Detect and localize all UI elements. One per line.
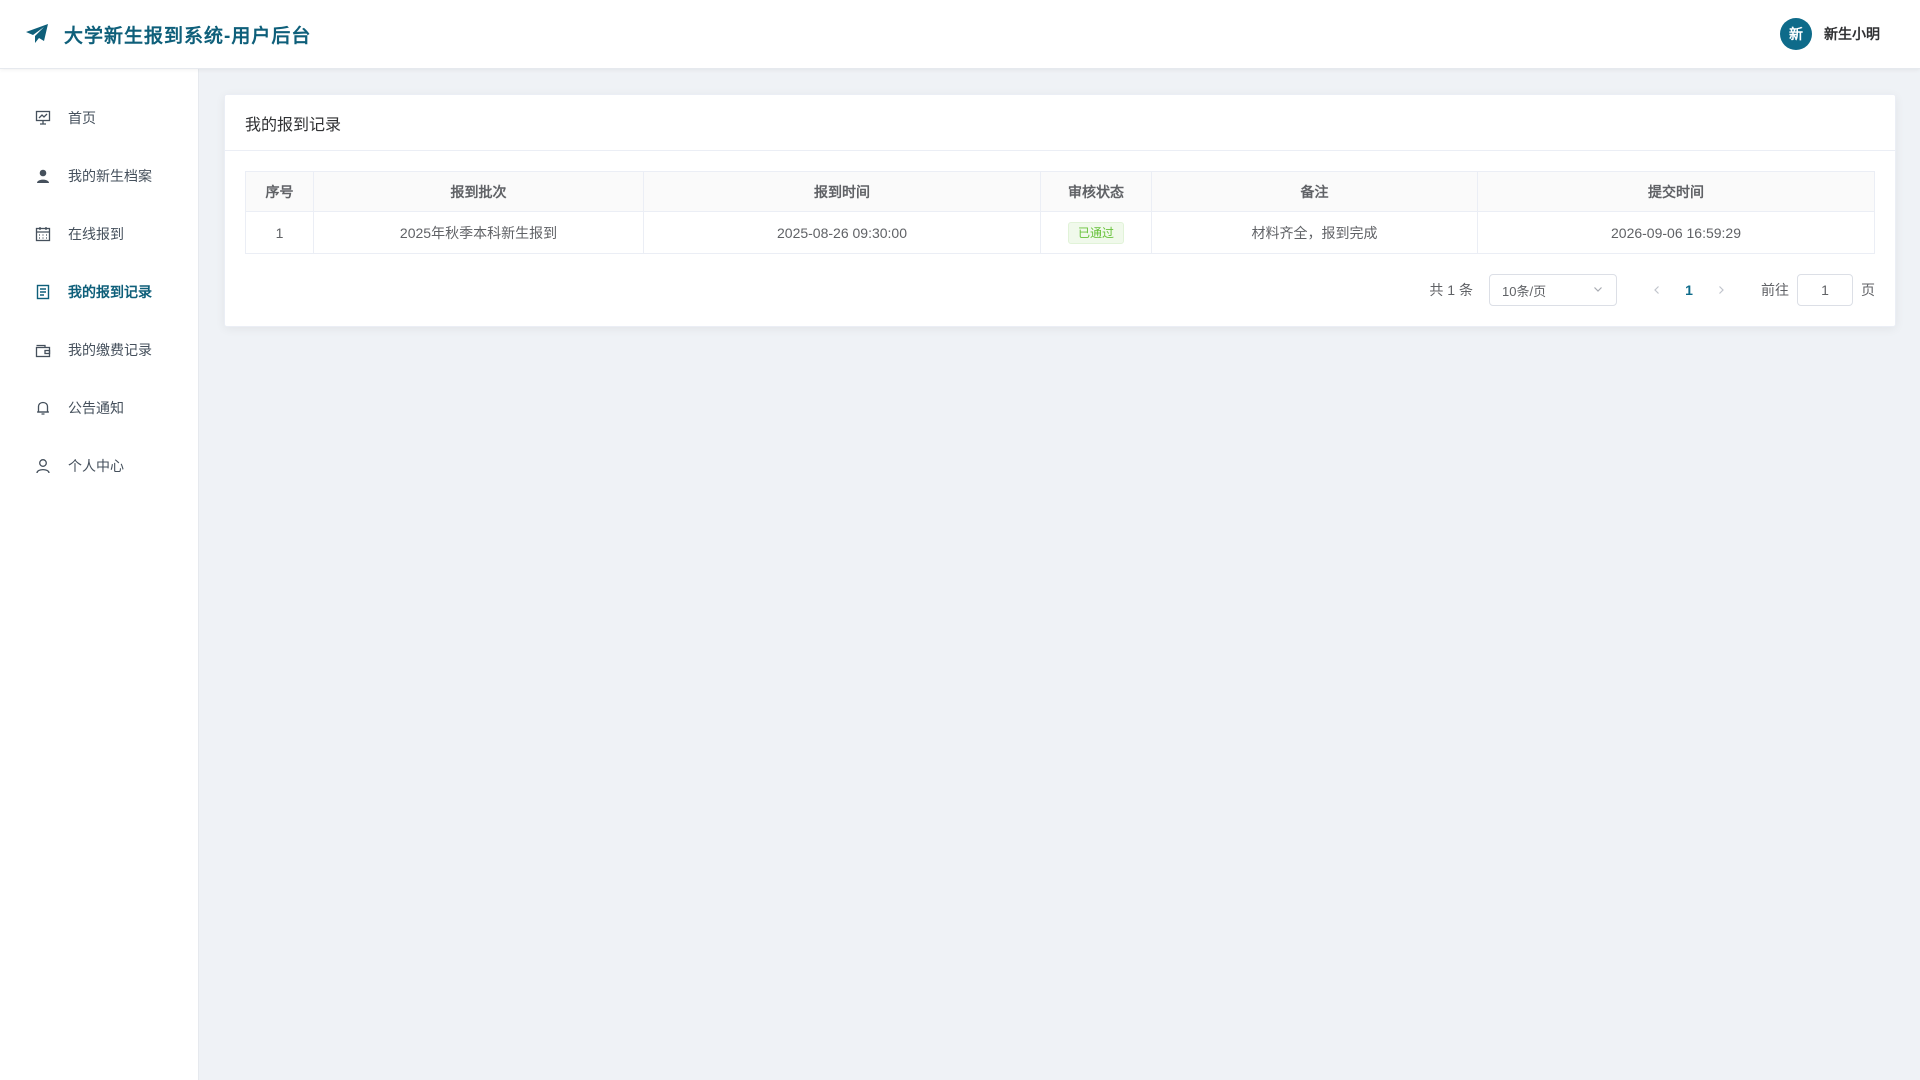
cell-checkin-time: 2025-08-26 09:30:00 bbox=[643, 211, 1041, 254]
sidebar-item-profile[interactable]: 我的新生档案 bbox=[0, 147, 198, 205]
sidebar-item-label: 首页 bbox=[68, 110, 96, 126]
cell-remark: 材料齐全，报到完成 bbox=[1151, 211, 1478, 254]
cell-index: 1 bbox=[245, 211, 314, 254]
brand: 大学新生报到系统-用户后台 bbox=[24, 21, 311, 48]
next-page-button[interactable] bbox=[1705, 274, 1737, 306]
goto-label: 前往 bbox=[1761, 282, 1789, 298]
chevron-right-icon bbox=[1719, 286, 1724, 294]
card-title: 我的报到记录 bbox=[225, 95, 1895, 151]
presentation-chart-icon bbox=[34, 109, 52, 127]
user-icon bbox=[34, 167, 52, 185]
sidebar-item-payment-records[interactable]: 我的缴费记录 bbox=[0, 321, 198, 379]
sidebar-item-label: 公告通知 bbox=[68, 400, 124, 416]
sidebar-item-label: 我的缴费记录 bbox=[68, 342, 152, 358]
user-outline-icon bbox=[34, 457, 52, 475]
records-table: 序号 报到批次 报到时间 审核状态 备注 提交时间 1 2025年秋季本科新生报… bbox=[245, 171, 1875, 254]
sidebar-item-home[interactable]: 首页 bbox=[0, 89, 198, 147]
sidebar-item-personal-center[interactable]: 个人中心 bbox=[0, 437, 198, 495]
column-header-status: 审核状态 bbox=[1040, 171, 1152, 212]
document-icon bbox=[34, 283, 52, 301]
avatar: 新 bbox=[1780, 18, 1812, 50]
sidebar-item-label: 我的报到记录 bbox=[68, 284, 152, 300]
bell-icon bbox=[34, 399, 52, 417]
username: 新生小明 bbox=[1824, 26, 1880, 42]
records-card: 我的报到记录 序号 报到批次 报到时间 审核状态 备注 提交时间 1 2025年… bbox=[224, 94, 1896, 327]
pagination-total: 共 1 条 bbox=[1429, 282, 1473, 298]
card-body: 序号 报到批次 报到时间 审核状态 备注 提交时间 1 2025年秋季本科新生报… bbox=[225, 151, 1895, 326]
sidebar-item-label: 在线报到 bbox=[68, 226, 124, 242]
cell-submit-time: 2026-09-06 16:59:29 bbox=[1477, 211, 1875, 254]
column-header-index: 序号 bbox=[245, 171, 314, 212]
sidebar: 首页 我的新生档案 在线报到 我的报到记录 我的缴费记录 公告通知 个人中心 bbox=[0, 69, 199, 1080]
wallet-icon bbox=[34, 341, 52, 359]
column-header-checkin-time: 报到时间 bbox=[643, 171, 1041, 212]
column-header-remark: 备注 bbox=[1151, 171, 1478, 212]
user-menu[interactable]: 新 新生小明 bbox=[1780, 18, 1880, 50]
chevron-left-icon bbox=[1654, 286, 1659, 294]
page-size-select[interactable]: 10条/页 bbox=[1489, 274, 1617, 306]
table-row: 1 2025年秋季本科新生报到 2025-08-26 09:30:00 已通过 … bbox=[245, 211, 1875, 254]
page-unit-label: 页 bbox=[1861, 282, 1875, 298]
main-content: 我的报到记录 序号 报到批次 报到时间 审核状态 备注 提交时间 1 2025年… bbox=[224, 94, 1896, 327]
sidebar-item-notices[interactable]: 公告通知 bbox=[0, 379, 198, 437]
cell-status: 已通过 bbox=[1040, 211, 1152, 254]
table-header-row: 序号 报到批次 报到时间 审核状态 备注 提交时间 bbox=[245, 171, 1875, 212]
page-number-current[interactable]: 1 bbox=[1673, 274, 1705, 306]
chevron-down-icon bbox=[1592, 283, 1604, 298]
app-title: 大学新生报到系统-用户后台 bbox=[64, 25, 312, 47]
sidebar-item-checkin[interactable]: 在线报到 bbox=[0, 205, 198, 263]
pagination: 共 1 条 10条/页 1 前往 页 bbox=[245, 274, 1875, 306]
status-badge: 已通过 bbox=[1067, 221, 1124, 244]
goto-page-input[interactable] bbox=[1797, 274, 1853, 306]
sidebar-item-label: 我的新生档案 bbox=[68, 168, 152, 184]
cell-batch: 2025年秋季本科新生报到 bbox=[313, 211, 644, 254]
prev-page-button[interactable] bbox=[1641, 274, 1673, 306]
top-header: 大学新生报到系统-用户后台 新 新生小明 bbox=[0, 0, 1920, 69]
sidebar-item-checkin-records[interactable]: 我的报到记录 bbox=[0, 263, 198, 321]
paper-plane-icon bbox=[24, 21, 50, 47]
column-header-batch: 报到批次 bbox=[313, 171, 644, 212]
calendar-icon bbox=[34, 225, 52, 243]
sidebar-item-label: 个人中心 bbox=[68, 458, 124, 474]
column-header-submit-time: 提交时间 bbox=[1477, 171, 1875, 212]
page-size-value: 10条/页 bbox=[1502, 283, 1547, 299]
